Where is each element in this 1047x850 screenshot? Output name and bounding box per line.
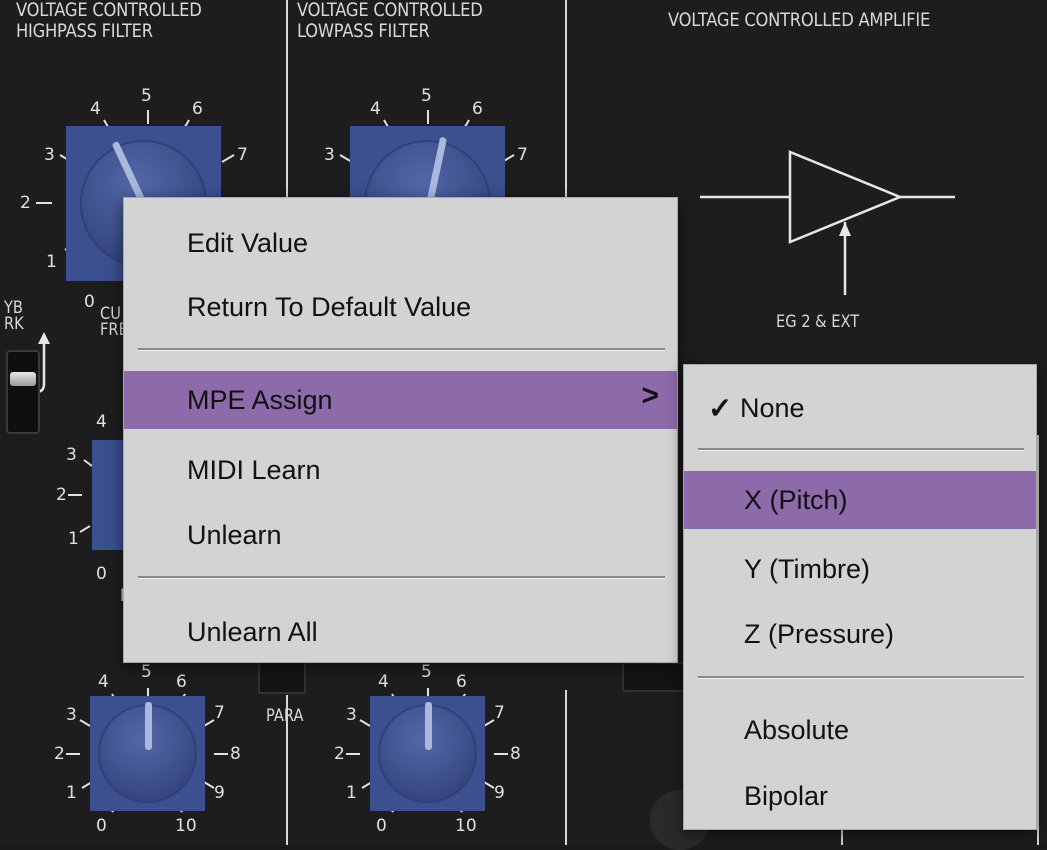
menu-separator [138, 576, 665, 579]
menu-item-label: Edit Value [187, 227, 309, 258]
hpf-scale-0: 0 [84, 292, 95, 312]
b1-scale-9: 9 [214, 783, 225, 803]
menu-item-edit-value[interactable]: Edit Value [124, 216, 677, 270]
menu-separator [698, 448, 1024, 451]
b2-scale-2: 2 [334, 744, 345, 764]
menu-item-label: Unlearn [187, 519, 282, 550]
b1-scale-3: 3 [66, 705, 77, 725]
submenu-item-label: Absolute [744, 714, 850, 745]
b1-scale-4: 4 [98, 672, 109, 692]
b2-scale-0: 0 [376, 816, 387, 836]
res-scale-0: 0 [96, 564, 107, 584]
menu-item-midi-learn[interactable]: MIDI Learn [124, 443, 677, 497]
menu-item-return-default[interactable]: Return To Default Value [124, 280, 677, 334]
menu-item-unlearn-all[interactable]: Unlearn All [124, 605, 677, 659]
menu-item-label: Return To Default Value [187, 291, 472, 322]
b1-scale-8: 8 [230, 744, 241, 764]
hpf-scale-3: 3 [44, 145, 55, 165]
lpf-scale-4: 4 [370, 99, 381, 119]
vca-title: VOLTAGE CONTROLLED AMPLIFIE [668, 9, 931, 31]
para-label: PARA [266, 706, 304, 726]
kyb-track-switch[interactable] [6, 350, 40, 434]
menu-item-label: MIDI Learn [187, 454, 321, 485]
hpf-scale-5: 5 [141, 86, 152, 106]
submenu-item-y-timbre[interactable]: Y (Timbre) [684, 542, 1036, 596]
b2-scale-6: 6 [456, 672, 467, 692]
mpe-submenu: ✓ None X (Pitch) Y (Timbre) Z (Pressure)… [683, 364, 1037, 830]
res-scale-4: 4 [96, 412, 107, 432]
hpf-scale-1: 1 [46, 252, 57, 272]
hpf-scale-2: 2 [20, 193, 31, 213]
lpf-eg-amount-knob[interactable] [370, 696, 485, 811]
chevron-right-icon: > [641, 379, 659, 412]
res-scale-1: 1 [68, 529, 79, 549]
submenu-item-label: None [740, 392, 805, 423]
hpf-scale-4: 4 [90, 99, 101, 119]
b2-scale-8: 8 [510, 744, 521, 764]
checkmark-icon: ✓ [708, 392, 733, 425]
vca-mode-button[interactable] [622, 662, 686, 692]
b2-scale-7: 7 [494, 703, 505, 723]
hpf-scale-6: 6 [192, 99, 203, 119]
submenu-item-z-pressure[interactable]: Z (Pressure) [684, 607, 1036, 661]
b2-scale-5: 5 [421, 662, 432, 682]
res-scale-2: 2 [56, 485, 67, 505]
menu-item-label: Unlearn All [187, 616, 318, 647]
kyb-track-label: YB RK [4, 298, 24, 334]
b2-scale-1: 1 [346, 783, 357, 803]
b1-scale-2: 2 [54, 744, 65, 764]
menu-separator [138, 348, 665, 351]
submenu-item-label: Z (Pressure) [744, 618, 895, 649]
lpf-scale-7: 7 [517, 145, 528, 165]
menu-item-label: MPE Assign [187, 384, 333, 415]
b1-scale-5: 5 [141, 662, 152, 682]
menu-item-unlearn[interactable]: Unlearn [124, 508, 677, 562]
para-button[interactable] [258, 660, 306, 694]
menu-separator [698, 676, 1024, 679]
submenu-item-label: X (Pitch) [744, 484, 848, 515]
res-scale-3: 3 [66, 445, 77, 465]
menu-item-mpe-assign[interactable]: MPE Assign > [124, 371, 677, 429]
b1-scale-7: 7 [214, 703, 225, 723]
vca-triangle-icon [700, 150, 955, 295]
b1-scale-10: 10 [175, 816, 197, 836]
hpf-title: VOLTAGE CONTROLLED HIGHPASS FILTER [16, 0, 202, 42]
context-menu: Edit Value Return To Default Value MPE A… [123, 197, 678, 663]
b2-scale-10: 10 [455, 816, 477, 836]
hpf-eg-amount-knob[interactable] [90, 696, 205, 811]
b1-scale-0: 0 [96, 816, 107, 836]
eg-ext-label: EG 2 & EXT [776, 312, 860, 332]
submenu-item-absolute[interactable]: Absolute [684, 703, 1036, 757]
submenu-item-label: Bipolar [744, 780, 829, 811]
lpf-title: VOLTAGE CONTROLLED LOWPASS FILTER [297, 0, 483, 42]
b1-scale-6: 6 [176, 672, 187, 692]
b2-scale-9: 9 [494, 783, 505, 803]
submenu-item-none[interactable]: ✓ None [684, 381, 1036, 435]
submenu-item-bipolar[interactable]: Bipolar [684, 769, 1036, 823]
submenu-item-x-pitch[interactable]: X (Pitch) [684, 471, 1036, 529]
lpf-scale-3: 3 [324, 145, 335, 165]
hpf-scale-7: 7 [237, 145, 248, 165]
b2-scale-3: 3 [346, 705, 357, 725]
b2-scale-4: 4 [378, 672, 389, 692]
lpf-scale-6: 6 [472, 99, 483, 119]
submenu-item-label: Y (Timbre) [744, 553, 871, 584]
b1-scale-1: 1 [66, 783, 77, 803]
lpf-scale-5: 5 [421, 86, 432, 106]
